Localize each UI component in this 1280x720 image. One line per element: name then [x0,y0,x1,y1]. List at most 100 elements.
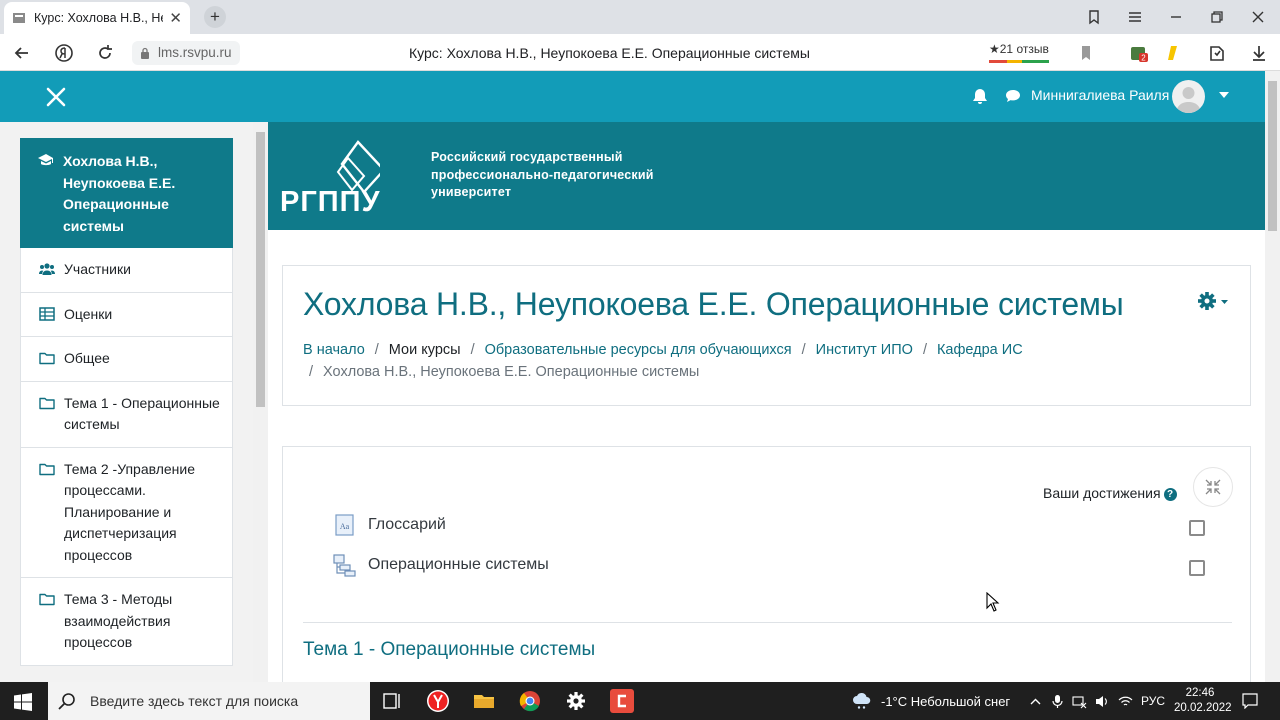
sidebar-item-participants[interactable]: Участники [20,248,233,293]
sidebar-item-topic-3[interactable]: Тема 3 - Методы взаимодействия процессов [20,578,233,666]
sidebar-item-general[interactable]: Общее [20,337,233,382]
tab-title: Курс: Хохлова Н.В., Неу [34,11,164,25]
url-field[interactable]: lms.rsvpu.ru [132,41,240,65]
reload-icon[interactable] [95,43,115,63]
collections-icon[interactable] [1207,43,1227,63]
file-explorer-icon[interactable] [469,687,499,715]
clock-time: 22:46 [1185,687,1215,699]
bell-icon[interactable] [971,87,989,105]
course-content-card: Ваши достижения? Aa Глоссарий Операционн… [282,446,1251,682]
bookmarks-panel-icon[interactable] [1086,9,1102,25]
users-icon [39,263,55,275]
settings-gear-icon[interactable] [561,687,591,715]
clock-date: 20.02.2022 [1174,702,1232,714]
collapse-all-button[interactable] [1193,467,1233,507]
logo-text: РГППУ [280,186,380,216]
alice-icon[interactable] [1163,43,1183,63]
yandex-logo-icon[interactable] [54,43,74,63]
volume-icon[interactable] [1094,694,1109,709]
help-icon[interactable]: ? [1163,488,1177,501]
section-divider [303,622,1232,623]
drawer-scrollbar-thumb[interactable] [256,132,265,407]
browser-tab[interactable]: Курс: Хохлова Н.В., Неу ✕ [4,2,190,34]
sidebar-item-label: Хохлова Н.В., Неупокоева Е.Е. Операционн… [63,153,176,234]
reviews-text: ★21 отзыв [989,42,1049,56]
breadcrumb-separator: / [374,342,379,358]
breadcrumb-department[interactable]: Кафедра ИС [937,342,1023,358]
chat-icon[interactable] [1004,87,1022,105]
breadcrumb-my-courses[interactable]: Мои курсы [389,342,461,358]
sidebar-item-label: Тема 1 - Операционные системы [64,394,220,433]
completion-checkbox[interactable] [1189,560,1205,576]
folder-icon [39,352,55,365]
activity-glossary[interactable]: Aa Глоссарий [333,513,446,537]
reviews-badge[interactable]: ★21 отзыв [985,41,1053,65]
breadcrumb: В начало / Мои курсы / Образовательные ресур… [303,339,1223,383]
breadcrumb-home[interactable]: В начало [303,342,365,358]
taskbar: Введите здесь текст для поиска -1°C Небо… [0,682,1280,720]
completion-checkbox[interactable] [1189,520,1205,536]
sidebar-item-topic-1[interactable]: Тема 1 - Операционные системы [20,381,233,448]
input-language[interactable]: РУС [1141,694,1165,708]
yandex-browser-icon[interactable] [423,687,453,715]
activity-book[interactable]: Операционные системы [333,553,549,577]
university-name: Российский государственный профессиональ… [431,149,654,202]
nav-drawer: Хохлова Н.В., Неупокоева Е.Е. Операционн… [0,122,268,682]
menu-icon[interactable] [1127,9,1143,25]
sidebar-item-label: Участники [64,261,131,277]
sidebar-item-label: Тема 2 -Управление процессами. Планирова… [64,460,196,563]
avatar[interactable] [1172,80,1205,113]
screen-recorder-icon[interactable] [607,687,637,715]
taskbar-search-box[interactable]: Введите здесь текст для поиска [48,682,370,720]
section-title-topic-1[interactable]: Тема 1 - Операционные системы [303,639,595,661]
sidebar-item-topic-2[interactable]: Тема 2 -Управление процессами. Планирова… [20,447,233,578]
clock[interactable]: 22:46 20.02.2022 [1174,686,1232,716]
breadcrumb-institute[interactable]: Институт ИПО [816,342,913,358]
user-name[interactable]: Миннигалиева Раиля [1031,87,1169,103]
taskbar-search-placeholder: Введите здесь текст для поиска [90,693,299,709]
notifications-icon[interactable] [1242,693,1258,709]
sidebar-item-label: Тема 3 - Методы взаимодействия процессов [64,591,173,650]
network-disconnected-icon[interactable] [1072,694,1087,709]
page-scrollbar[interactable] [1265,71,1280,682]
page-title-text: Курс: Хохлова Н.В., Неупокоева Е.Е. Опер… [409,45,810,61]
gear-icon[interactable] [1197,291,1229,311]
task-view-icon[interactable] [377,687,407,715]
bookmark-icon[interactable] [1076,43,1096,63]
page-scrollbar-thumb[interactable] [1268,81,1277,231]
nav-drawer-list: Хохлова Н.В., Неупокоева Е.Е. Операционн… [20,138,233,666]
back-arrow-icon[interactable] [12,43,32,63]
new-tab-button[interactable]: + [204,6,226,28]
browser-tab-strip: Курс: Хохлова Н.В., Неу ✕ + [0,0,1280,34]
tab-close-icon[interactable]: ✕ [169,9,182,27]
windows-start-icon[interactable] [14,693,32,711]
activity-label: Операционные системы [368,556,549,573]
weather-widget[interactable]: -1°C Небольшой снег [851,692,1010,710]
close-window-icon[interactable] [1250,9,1266,25]
folder-icon [39,593,55,606]
mouse-cursor-icon [986,592,1000,612]
snow-cloud-icon [853,692,871,709]
chrome-icon[interactable] [515,687,545,715]
university-banner: РГППУ Российский государственный професс… [268,122,1265,230]
chevron-up-icon[interactable] [1028,694,1043,709]
download-icon[interactable] [1249,43,1269,63]
glossary-icon: Aa [335,514,354,536]
user-menu-caret-icon[interactable] [1219,92,1229,98]
breadcrumb-separator: / [922,342,927,358]
drawer-scrollbar[interactable] [253,122,268,682]
extension-icon[interactable]: 2 [1129,43,1149,63]
browser-nav-bar: lms.rsvpu.ru Курс: Хохлова Н.В., Неупоко… [0,34,1280,71]
graduation-cap-icon [38,154,53,166]
sidebar-item-grades[interactable]: Оценки [20,292,233,337]
breadcrumb-resources[interactable]: Образовательные ресурсы для обучающихся [485,342,792,358]
restore-icon[interactable] [1209,9,1225,25]
favicon-icon [13,13,25,23]
close-drawer-icon[interactable] [44,85,68,109]
wifi-icon[interactable] [1118,694,1133,709]
microphone-icon[interactable] [1050,694,1065,709]
university-name-line: Российский государственный [431,150,623,164]
sidebar-item-course[interactable]: Хохлова Н.В., Неупокоева Е.Е. Операционн… [20,138,233,248]
breadcrumb-current: Хохлова Н.В., Неупокоева Е.Е. Операционн… [323,364,700,380]
minimize-icon[interactable] [1168,9,1184,25]
